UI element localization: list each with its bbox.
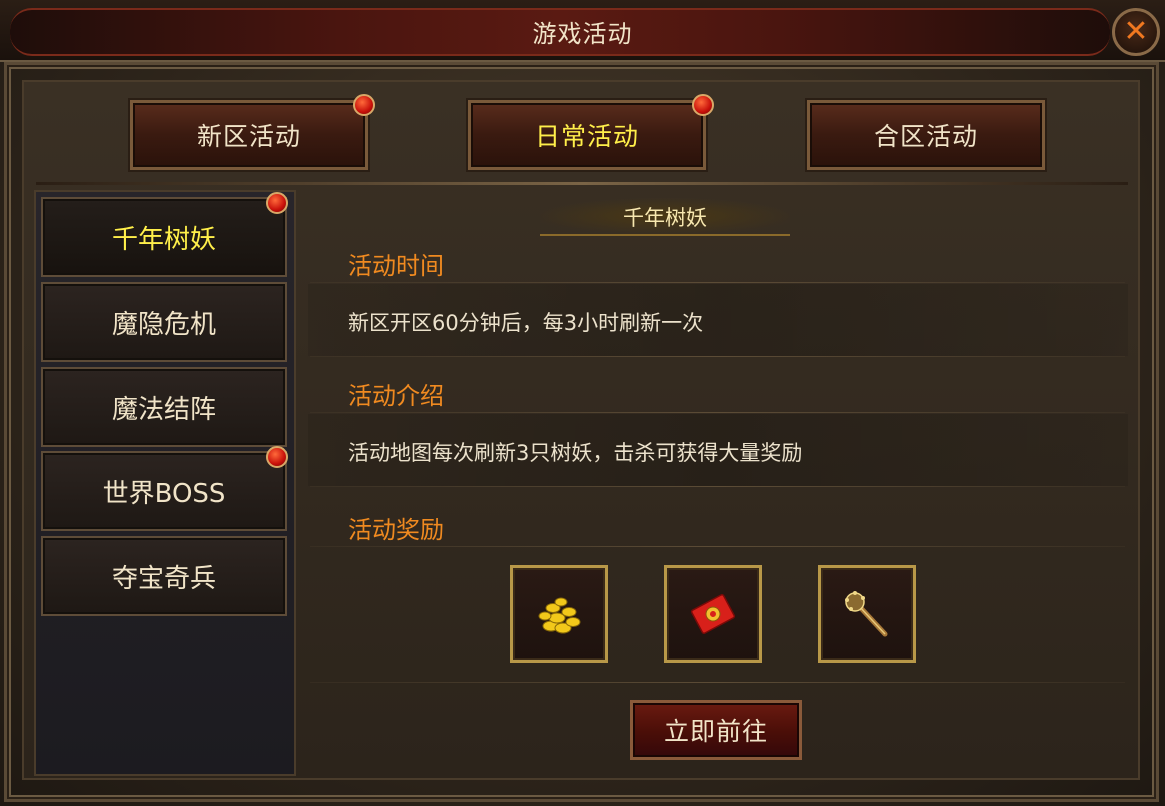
- notice-dot-icon: [266, 192, 288, 214]
- intro-heading: 活动介绍: [348, 382, 444, 410]
- time-text: 新区开区60分钟后，每3小时刷新一次: [348, 311, 704, 335]
- window-title: 游戏活动: [532, 20, 633, 48]
- section-rule: [310, 412, 1125, 413]
- sidebar-item-label: 魔隐危机: [111, 309, 216, 340]
- section-rule: [310, 486, 1125, 487]
- time-heading: 活动时间: [348, 252, 444, 280]
- sidebar-item-label: 千年树妖: [111, 224, 216, 255]
- detail-title: 千年树妖: [623, 206, 707, 230]
- reward-heading: 活动奖励: [348, 516, 444, 544]
- go-button-label: 立即前往: [663, 717, 768, 746]
- sidebar-item-world-boss[interactable]: 世界BOSS: [41, 451, 287, 531]
- close-button[interactable]: ✕: [1112, 8, 1160, 56]
- notice-dot-icon: [692, 94, 714, 116]
- tab-label: 新区活动: [196, 122, 301, 151]
- sidebar-item-label: 夺宝奇兵: [111, 563, 216, 594]
- tab-merged-server[interactable]: 合区活动: [807, 100, 1045, 170]
- mace-weapon-icon: [845, 591, 888, 637]
- section-rule: [310, 546, 1125, 547]
- activity-window: 游戏活动 ✕ 新区活动 日常活动 合区活动 千年树妖 魔隐危机 魔法结阵 世界B…: [0, 0, 1165, 806]
- tab-new-server[interactable]: 新区活动: [130, 100, 368, 170]
- section-rule: [310, 682, 1125, 683]
- gold-coins-icon: [538, 597, 581, 634]
- tab-daily[interactable]: 日常活动: [468, 100, 706, 170]
- sidebar-item-label: 世界BOSS: [102, 478, 226, 509]
- section-rule: [310, 356, 1125, 357]
- notice-dot-icon: [353, 94, 375, 116]
- go-now-button[interactable]: 立即前往: [630, 700, 802, 760]
- sidebar-item-millennium-tree-demon[interactable]: 千年树妖: [41, 197, 287, 277]
- section-rule: [310, 282, 1125, 283]
- reward-slot-red-envelope[interactable]: [664, 565, 762, 663]
- reward-slot-gold[interactable]: [510, 565, 608, 663]
- sidebar-item-magic-array[interactable]: 魔法结阵: [41, 367, 287, 447]
- sidebar-item-demon-crisis[interactable]: 魔隐危机: [41, 282, 287, 362]
- tabs-divider: [36, 182, 1128, 185]
- sidebar-item-label: 魔法结阵: [111, 394, 216, 425]
- tab-label: 合区活动: [873, 122, 978, 151]
- red-envelope-icon: [690, 594, 736, 634]
- reward-slot-mace[interactable]: [818, 565, 916, 663]
- close-icon: ✕: [1123, 14, 1149, 49]
- notice-dot-icon: [266, 446, 288, 468]
- intro-text: 活动地图每次刷新3只树妖，击杀可获得大量奖励: [348, 441, 803, 465]
- tab-label: 日常活动: [534, 122, 639, 151]
- sidebar-item-treasure-raiders[interactable]: 夺宝奇兵: [41, 536, 287, 616]
